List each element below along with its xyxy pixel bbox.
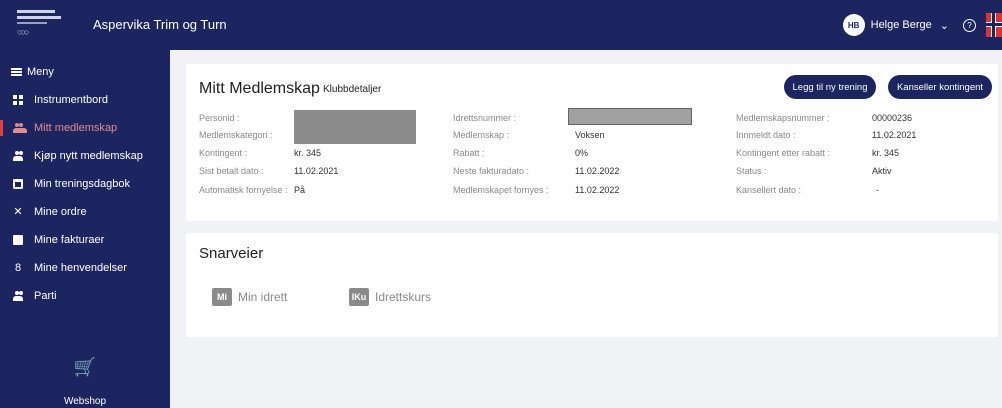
category-label: Medlemskategori : [199,130,273,140]
sidebar-item-my-membership[interactable]: Mitt medlemskap [0,117,170,139]
sidebar-item-label: Mitt medlemskap [34,122,118,134]
redacted-sport-number [568,108,692,125]
cancel-fee-button[interactable]: Kanseller kontingent [888,75,992,99]
hamburger-icon [11,68,22,76]
sidebar-item-buy-membership[interactable]: Kjøp nytt medlemskap [0,145,170,167]
status-value: Aktiv [872,166,892,176]
sidebar-item-label: Min treningsdagbok [34,178,131,190]
members-icon [13,123,23,133]
renewed-label: Medlemskapet fornyes : [453,185,549,195]
dashboard-icon [13,95,23,105]
last-paid-label: Sist betalt dato : [199,166,264,176]
sidebar-item-label: Instrumentbord [34,94,108,106]
menu-label: Meny [27,66,54,78]
member-number-label: Medlemskapsnummer : [736,113,830,123]
fee-label: Kontingent : [199,148,248,158]
shortcut-label: Idrettskurs [375,290,432,304]
sidebar-item-parti[interactable]: Parti [0,285,170,307]
top-bar: ○○○ Aspervika Trim og Turn HB Helge Berg… [0,0,1002,50]
sidebar-item-inquiries[interactable]: 8 Mine henvendelser [0,257,170,279]
sidebar-item-label: Mine henvendelser [34,262,127,274]
shortcut-min-idrett[interactable]: Mi Min idrett [212,288,287,306]
auto-renew-value: På [294,185,306,195]
status-label: Status : [736,166,767,176]
next-invoice-label: Neste fakturadato : [453,166,530,176]
sidebar-item-orders[interactable]: ✕ Mine ordre [0,201,170,223]
club-name[interactable]: Aspervika Trim og Turn [93,17,227,32]
help-icon[interactable]: ? [963,18,976,32]
webshop-link[interactable]: Webshop [0,396,170,407]
discount-label: Rabatt : [453,148,485,158]
add-training-button[interactable]: Legg til ny trening [784,75,876,99]
shortcuts-title: Snarveier [199,245,264,262]
sidebar-item-label: Parti [34,290,57,302]
sport-number-label: Idrettsnummer : [453,113,517,123]
discount-value: 0% [575,148,589,158]
cancelled-date-value: - [876,185,879,195]
fee-after-discount-value: kr. 345 [872,148,900,158]
membership-label: Medlemskap : [453,130,510,140]
sidebar: Meny Instrumentbord Mitt medlemskap Kjøp… [0,50,170,408]
chevron-down-icon[interactable]: ⌄ [940,19,949,32]
sidebar-item-label: Mine fakturaer [34,234,105,246]
membership-value: Voksen [575,130,605,140]
olympic-rings-icon: ○○○ [17,27,29,37]
user-area: HB Helge Berge ⌄ ? [842,0,1002,50]
cart-icon[interactable]: 🛒 [68,350,102,384]
calendar-icon [13,179,23,189]
user-name[interactable]: Helge Berge [871,19,932,31]
renewed-value: 11.02.2022 [575,185,620,195]
next-invoice-value: 11.02.2022 [575,166,620,176]
group-icon [13,291,23,301]
membership-card: Mitt Medlemskap Klubbdetaljer Legg til n… [186,64,998,221]
norway-flag-icon[interactable] [986,13,1002,37]
joined-label: Innmeldt dato : [736,130,796,140]
last-paid-value: 11.02.2021 [294,166,339,176]
personid-label: Personid : [199,113,240,123]
cancelled-date-label: Kansellert dato : [736,185,802,195]
fee-after-discount-label: Kontingent etter rabatt : [736,148,831,158]
club-details-link[interactable]: Klubbdetaljer [323,84,381,95]
cart-icon: ✕ [13,206,23,218]
shortcut-idrettskurs[interactable]: IKu Idrettskurs [349,288,431,306]
sidebar-item-training-diary[interactable]: Min treningsdagbok [0,173,170,195]
sidebar-item-label: Kjøp nytt medlemskap [34,150,143,162]
receipt-icon [13,235,23,245]
min-idrett-icon: Mi [212,288,232,306]
page-title: Mitt Medlemskap [199,80,320,97]
fee-value: kr. 345 [294,148,322,158]
shortcuts-card: Snarveier Mi Min idrett IKu Idrettskurs [186,233,998,337]
menu-toggle[interactable]: Meny [11,66,54,78]
nif-logo[interactable]: ○○○ [17,10,67,38]
avatar[interactable]: HB [842,14,865,36]
redacted-personid [294,110,416,144]
sidebar-item-invoices[interactable]: Mine fakturaer [0,229,170,251]
members-icon [13,151,23,161]
sidebar-item-label: Mine ordre [34,206,87,218]
sidebar-item-dashboard[interactable]: Instrumentbord [0,89,170,111]
inquiry-icon: 8 [14,262,22,274]
member-number-value: 00000236 [872,113,913,123]
idrettskurs-icon: IKu [349,288,369,306]
shortcut-label: Min idrett [238,290,288,304]
joined-value: 11.02.2021 [872,130,917,140]
auto-renew-label: Automatisk fornyelse : [199,185,288,195]
